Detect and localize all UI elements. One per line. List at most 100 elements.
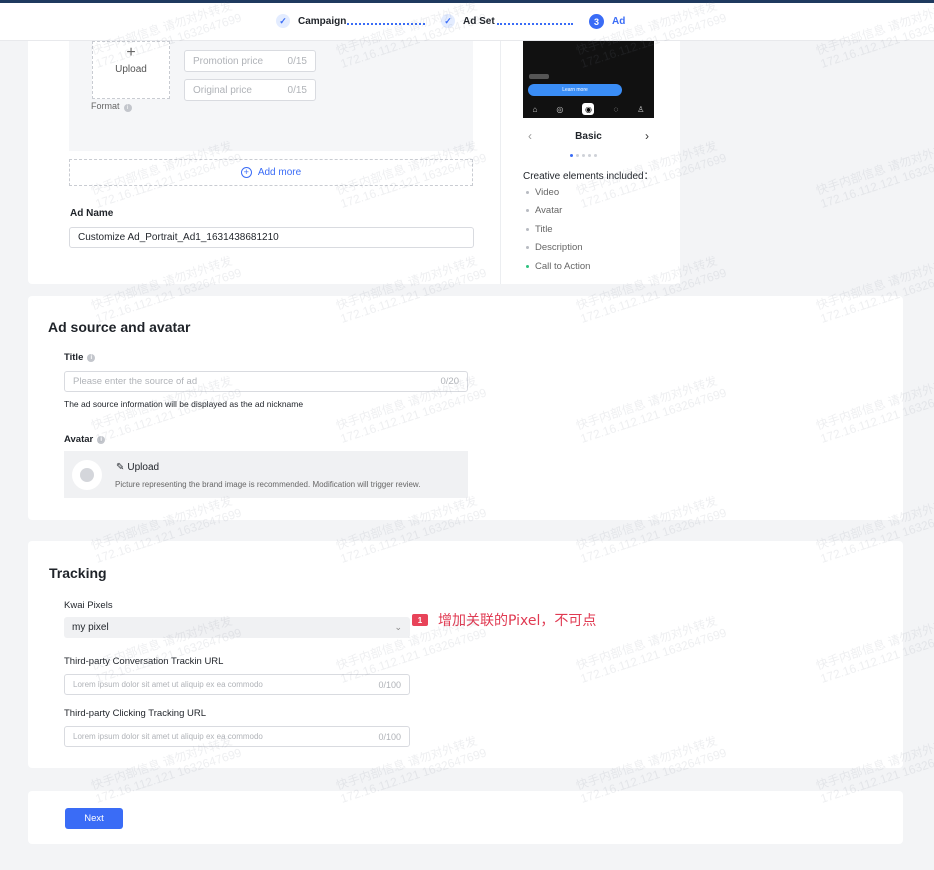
discover-icon: ◎	[556, 104, 564, 114]
click-url-label: Third-party Clicking Tracking URL	[64, 708, 207, 719]
bell-icon: ◌	[613, 104, 619, 114]
char-count: 0/20	[440, 376, 460, 387]
bullet-icon	[526, 190, 529, 194]
char-count: 0/15	[287, 84, 307, 96]
avatar-label: Avatar i	[64, 434, 106, 445]
conv-url-label: Third-party Conversation Trackin URL	[64, 656, 224, 667]
bullet-icon	[526, 227, 529, 231]
promotion-price-input[interactable]: Promotion price 0/15	[184, 50, 316, 72]
plus-circle-icon: +	[240, 167, 252, 178]
step-number: 3	[589, 14, 604, 29]
learn-more-button: Learn more	[528, 84, 622, 96]
pager-dot[interactable]	[576, 154, 579, 157]
click-url-input[interactable]: Lorem ipsum dolor sit amet ut aliquip ex…	[64, 726, 410, 747]
avatar-upload-button[interactable]: ✎ Upload	[116, 462, 159, 473]
step-ad-set[interactable]: ✓ Ad Set	[441, 14, 495, 28]
watermark-line: 快手内部信息 请勿对外转发	[814, 138, 934, 198]
add-more-button[interactable]: + Add more	[69, 159, 473, 186]
add-more-label: Add more	[257, 167, 302, 178]
conv-url-input[interactable]: Lorem ipsum dolor sit amet ut aliquip ex…	[64, 674, 410, 695]
title-label: Title i	[64, 352, 96, 363]
ad-name-label: Ad Name	[70, 208, 114, 219]
included-item-label: Title	[535, 223, 553, 235]
char-count: 0/100	[378, 679, 401, 690]
included-item-label: Avatar	[535, 205, 563, 217]
avatar-label-text: Avatar	[64, 434, 94, 445]
info-icon[interactable]: i	[87, 353, 96, 362]
info-icon[interactable]: i	[97, 435, 106, 444]
original-price-input[interactable]: Original price 0/15	[184, 79, 316, 101]
ad-name-input[interactable]: Customize Ad_Portrait_Ad1_1631438681210	[69, 227, 474, 248]
ad-name-value: Customize Ad_Portrait_Ad1_1631438681210	[78, 232, 279, 243]
title-label-text: Title	[64, 352, 84, 363]
pager-dot[interactable]	[594, 154, 597, 157]
included-title: Creative elements included：	[523, 171, 654, 182]
watermark-line: 172.16.112.121 1632647699	[818, 150, 934, 211]
check-icon: ✓	[276, 14, 290, 28]
promotion-price-placeholder: Promotion price	[193, 55, 264, 67]
user-icon	[80, 468, 94, 482]
avatar-placeholder	[72, 460, 102, 490]
pager-dot[interactable]	[570, 154, 573, 157]
template-name: Basic	[575, 130, 602, 142]
home-icon: ⌂	[532, 104, 538, 114]
step-campaign[interactable]: ✓ Campaign	[276, 14, 346, 28]
template-carousel: ‹ Basic ›	[523, 125, 654, 147]
avatar-description: Picture representing the brand image is …	[115, 480, 421, 489]
bullet-icon	[526, 264, 529, 268]
included-item-label: Description	[535, 242, 583, 254]
avatar-upload-area: ✎ Upload Picture representing the brand i…	[64, 451, 468, 498]
upload-label: Upload	[115, 64, 147, 75]
capture-icon: ◉	[582, 103, 595, 115]
step-label: Ad Set	[463, 15, 495, 27]
chevron-left-icon[interactable]: ‹	[523, 126, 537, 146]
info-icon[interactable]: i	[123, 104, 132, 112]
plus-icon: +	[126, 44, 136, 61]
title-input[interactable]: Please enter the source of ad 0/20	[64, 371, 468, 392]
included-item: Call to Action	[526, 257, 590, 276]
carousel-pager	[570, 154, 597, 157]
click-url-placeholder: Lorem ipsum dolor sit amet ut aliquip ex…	[73, 732, 263, 741]
pixels-label: Kwai Pixels	[64, 600, 113, 611]
pixels-selected: my pixel	[72, 622, 109, 633]
pager-dot[interactable]	[588, 154, 591, 157]
step-connector	[347, 23, 425, 25]
included-item: Video	[526, 183, 590, 202]
profile-icon: ♙	[637, 104, 645, 114]
bullet-icon	[526, 246, 529, 250]
included-list: Video Avatar Title Description Call to Actio…	[526, 183, 590, 276]
annotation-badge: 1	[412, 614, 428, 626]
pencil-icon: ✎	[116, 462, 125, 473]
bullet-icon	[526, 209, 529, 213]
included-item: Title	[526, 220, 590, 239]
format-label: Format i	[91, 101, 132, 112]
included-item-label: Call to Action	[535, 260, 591, 272]
next-button[interactable]: Next	[65, 808, 123, 829]
phone-nav-bar: ⌂ ◎ ◉ ◌ ♙	[523, 100, 654, 118]
title-placeholder: Please enter the source of ad	[73, 376, 198, 387]
step-label: Ad	[612, 16, 626, 27]
format-label-text: Format	[91, 101, 120, 111]
chevron-down-icon: ⌄	[394, 622, 402, 632]
title-hint: The ad source information will be displa…	[64, 399, 304, 409]
watermark: 快手内部信息 请勿对外转发172.16.112.121 1632647699	[814, 137, 934, 211]
step-connector	[497, 23, 573, 25]
included-item-label: Video	[535, 186, 560, 198]
upload-label: Upload	[127, 462, 160, 473]
included-item: Avatar	[526, 202, 590, 221]
stepper: ✓ Campaign ✓ Ad Set 3 Ad	[0, 3, 934, 41]
chevron-right-icon[interactable]: ›	[640, 126, 654, 146]
pager-dot[interactable]	[582, 154, 585, 157]
image-upload-button[interactable]: + Upload	[92, 41, 170, 99]
conv-url-placeholder: Lorem ipsum dolor sit amet ut aliquip ex…	[73, 680, 263, 689]
footer-card	[28, 791, 903, 844]
included-item: Description	[526, 239, 590, 258]
annotation-text: 增加关联的Pixel，不可点	[438, 613, 597, 629]
step-ad[interactable]: 3 Ad	[589, 14, 625, 29]
original-price-placeholder: Original price	[193, 84, 252, 96]
check-icon: ✓	[441, 14, 455, 28]
char-count: 0/100	[378, 731, 401, 742]
pixels-select[interactable]: my pixel ⌄	[64, 617, 410, 638]
section-title: Ad source and avatar	[48, 319, 191, 335]
section-title: Tracking	[49, 565, 107, 581]
